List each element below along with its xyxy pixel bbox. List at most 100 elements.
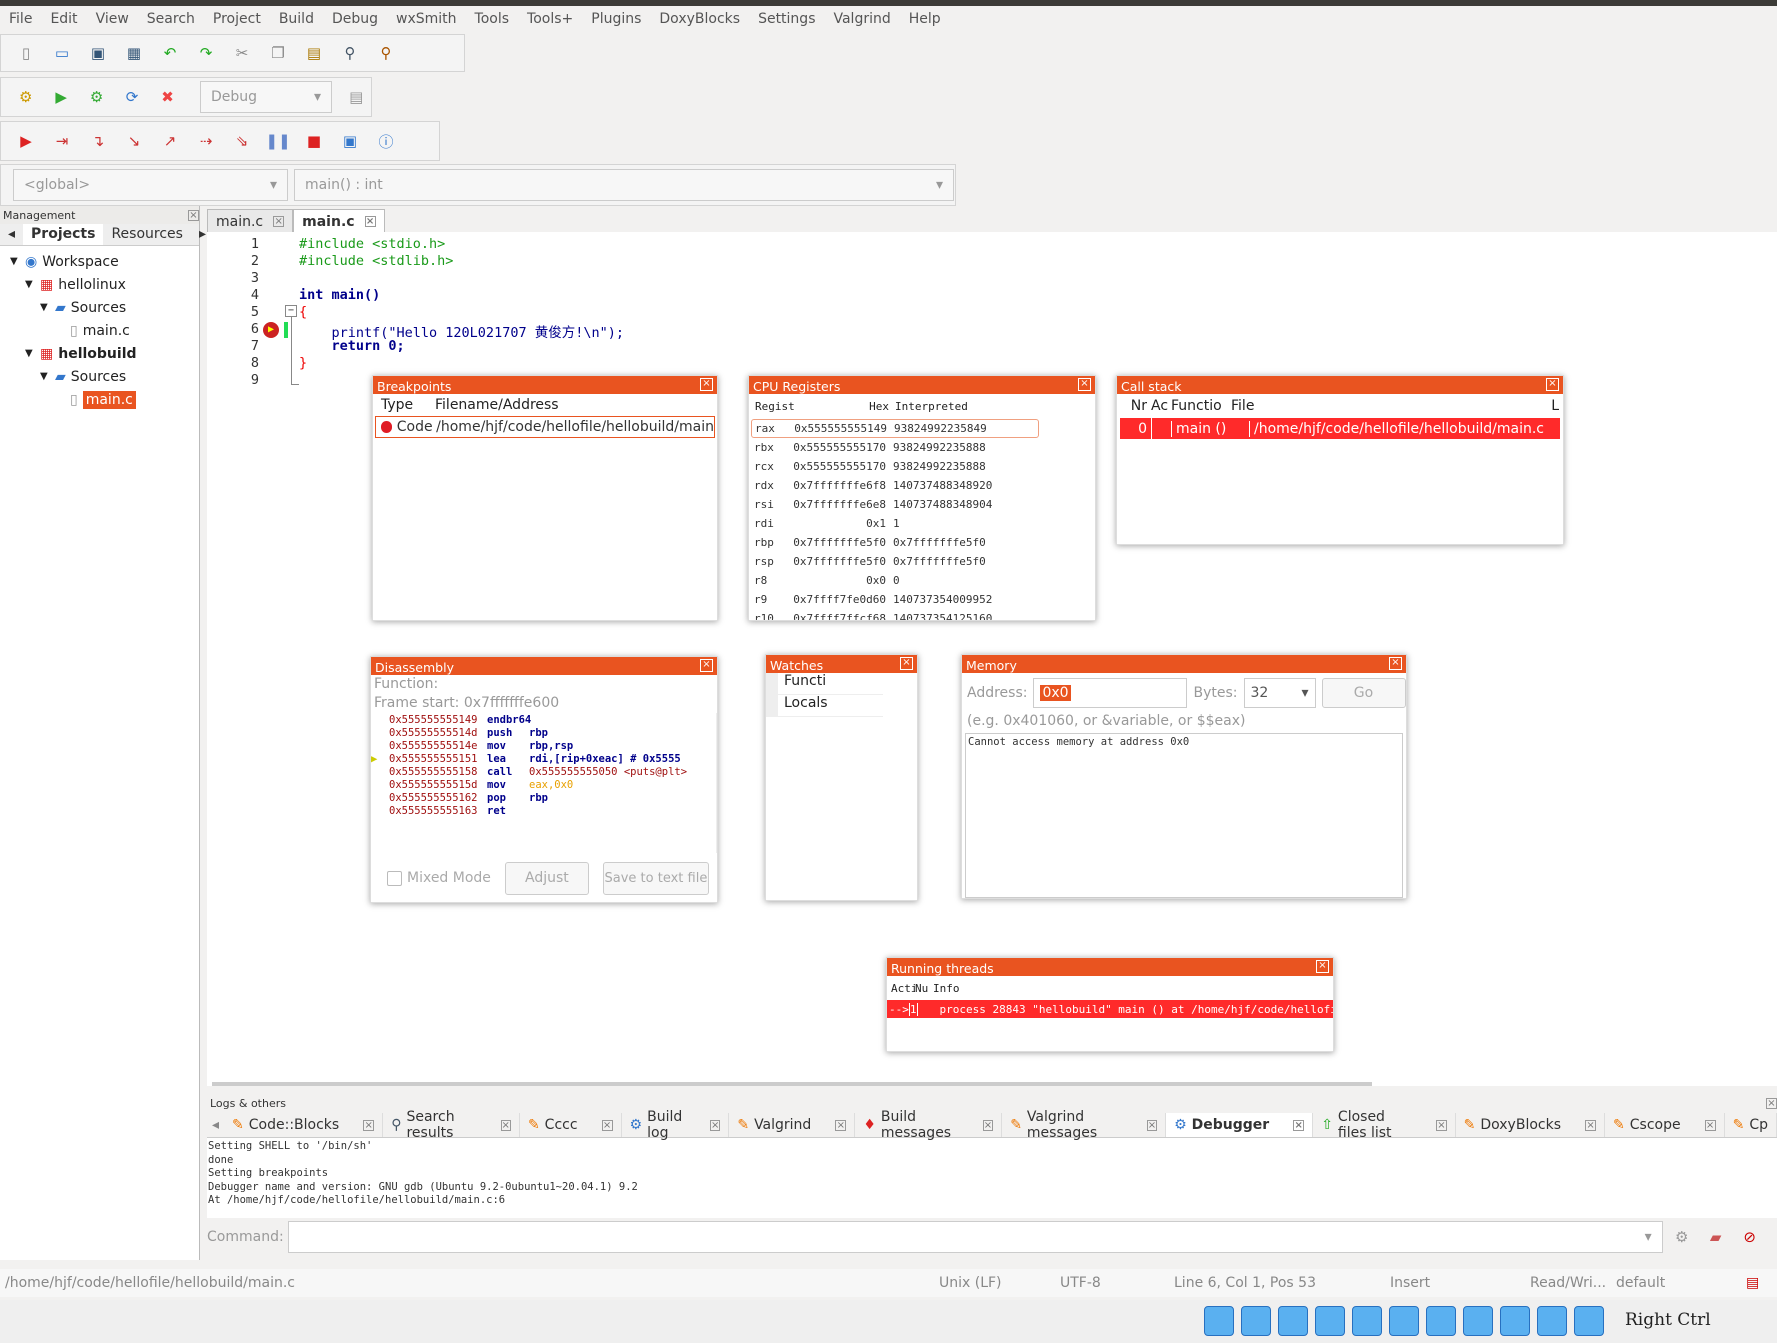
- step-into-instruction-icon[interactable]: ⇘: [227, 126, 257, 156]
- recording-icon[interactable]: [1500, 1306, 1530, 1336]
- register-row[interactable]: rcx 0x555555555170 93824992235888: [751, 457, 1093, 476]
- log-tab-closed-files-list[interactable]: ⇧ Closed files list ×: [1313, 1109, 1456, 1141]
- code-line[interactable]: {: [299, 304, 307, 320]
- expand-arrow-icon[interactable]: ▼: [40, 371, 50, 382]
- shared-folder-icon[interactable]: [1389, 1306, 1419, 1336]
- breakpoint-current-line-icon[interactable]: ▶: [263, 322, 279, 338]
- stop-debugger-icon[interactable]: ■: [299, 126, 329, 156]
- menu-tools[interactable]: Tools+: [518, 11, 582, 27]
- optical-drive-icon[interactable]: [1241, 1306, 1271, 1336]
- close-icon[interactable]: ×: [1316, 960, 1329, 973]
- scope-select[interactable]: <global> ▾: [13, 169, 288, 201]
- close-icon[interactable]: ×: [835, 1119, 847, 1131]
- undo-icon[interactable]: ↶: [155, 38, 185, 68]
- rebuild-icon[interactable]: ⟳: [117, 82, 146, 112]
- build-run-icon[interactable]: ⚙: [82, 82, 111, 112]
- expand-arrow-icon[interactable]: ▼: [40, 302, 50, 313]
- redo-icon[interactable]: ↷: [191, 38, 221, 68]
- target-options-icon[interactable]: ▤: [342, 82, 371, 112]
- save-all-icon[interactable]: ▦: [119, 38, 149, 68]
- remote-display-icon[interactable]: [1463, 1306, 1493, 1336]
- scroll-left-icon[interactable]: ◂: [207, 1117, 224, 1133]
- register-row[interactable]: r8 0x0 0: [751, 571, 1093, 590]
- log-tab-debugger[interactable]: ⚙ Debugger ×: [1166, 1113, 1314, 1137]
- tree-item[interactable]: ▼ ▰ Sources: [0, 365, 199, 388]
- disassembly-row[interactable]: 0x55555555514d push rbp: [379, 726, 716, 739]
- close-icon[interactable]: ×: [700, 378, 713, 391]
- log-tab-build-log[interactable]: ⚙ Build log ×: [622, 1109, 730, 1141]
- adjust-button[interactable]: Adjust: [504, 861, 589, 895]
- log-tab-search-results[interactable]: ⚲ Search results ×: [383, 1109, 520, 1141]
- close-icon[interactable]: ×: [709, 1119, 721, 1131]
- breakpoint-row[interactable]: Code/home/hjf/code/hellofile/hellobuild/…: [375, 416, 715, 438]
- log-tab-cccc[interactable]: ✎ Cccc ×: [520, 1113, 622, 1137]
- debug-run-icon[interactable]: ▶: [11, 126, 41, 156]
- new-file-icon[interactable]: ▯: [11, 38, 41, 68]
- display-icon[interactable]: [1426, 1306, 1456, 1336]
- close-icon[interactable]: ×: [364, 216, 376, 227]
- disassembly-row[interactable]: 0x555555555158 call 0x555555555050 <puts@p…: [379, 765, 716, 778]
- code-line[interactable]: #include <stdlib.h>: [299, 253, 453, 269]
- menu-edit[interactable]: Edit: [41, 11, 86, 27]
- register-row[interactable]: rbx 0x555555555170 93824992235888: [751, 438, 1093, 457]
- watch-item[interactable]: Locals: [778, 695, 883, 717]
- register-row[interactable]: rsi 0x7fffffffe6e8 140737488348904: [751, 495, 1093, 514]
- close-icon[interactable]: ×: [1766, 1097, 1777, 1109]
- register-row[interactable]: rsp 0x7fffffffe5f0 0x7fffffffe5f0: [751, 552, 1093, 571]
- register-row[interactable]: rax 0x555555555149 93824992235849: [751, 419, 1039, 438]
- mixed-mode-checkbox[interactable]: Mixed Mode: [387, 870, 491, 886]
- menu-settings[interactable]: Settings: [749, 11, 824, 27]
- editor-tab[interactable]: main.c ×: [207, 209, 294, 233]
- log-tab-valgrind[interactable]: ✎ Valgrind ×: [729, 1113, 856, 1137]
- debug-windows-icon[interactable]: ▣: [335, 126, 365, 156]
- code-line[interactable]: int main(): [299, 287, 380, 303]
- settings-icon[interactable]: ⚙: [1667, 1222, 1697, 1252]
- close-icon[interactable]: ×: [900, 657, 913, 670]
- code-line[interactable]: #include <stdio.h>: [299, 236, 445, 252]
- abort-icon[interactable]: ✖: [153, 82, 182, 112]
- menu-help[interactable]: Help: [900, 11, 950, 27]
- close-icon[interactable]: ×: [1546, 378, 1559, 391]
- close-icon[interactable]: ×: [1146, 1119, 1158, 1131]
- log-tab-cp[interactable]: ✎ Cp: [1725, 1113, 1777, 1137]
- disassembly-row[interactable]: 0x555555555163 ret: [379, 804, 716, 817]
- stop-icon[interactable]: ⊘: [1735, 1222, 1765, 1252]
- tab-projects[interactable]: Projects: [23, 224, 104, 245]
- close-icon[interactable]: ×: [1585, 1119, 1597, 1131]
- run-to-cursor-icon[interactable]: ⇥: [47, 126, 77, 156]
- call-stack-row[interactable]: 0 main ()/home/hjf/code/hellofile/hellobu…: [1120, 418, 1560, 439]
- tree-item[interactable]: ▼ ◉ Workspace: [0, 250, 199, 273]
- tree-item[interactable]: ▼ ▦ hellobuild: [0, 342, 199, 365]
- register-row[interactable]: rdx 0x7fffffffe6f8 140737488348920: [751, 476, 1093, 495]
- save-to-text-file-button[interactable]: Save to text file: [602, 861, 709, 895]
- watch-item[interactable]: Functi: [778, 673, 883, 695]
- next-instruction-icon[interactable]: ⇢: [191, 126, 221, 156]
- open-icon[interactable]: ▭: [47, 38, 77, 68]
- expand-arrow-icon[interactable]: ▼: [25, 279, 35, 290]
- close-icon[interactable]: ×: [700, 659, 713, 672]
- code-line[interactable]: }: [299, 355, 307, 371]
- open-folder-icon[interactable]: ▰: [1701, 1222, 1731, 1252]
- help-icon[interactable]: [1204, 1306, 1234, 1336]
- close-icon[interactable]: ×: [1389, 657, 1402, 670]
- close-icon[interactable]: ×: [982, 1119, 994, 1131]
- usb-icon[interactable]: [1352, 1306, 1382, 1336]
- close-icon[interactable]: ×: [1704, 1119, 1716, 1131]
- log-tab-doxyblocks[interactable]: ✎ DoxyBlocks ×: [1456, 1113, 1606, 1137]
- log-tab-code-blocks[interactable]: ✎ Code::Blocks ×: [224, 1113, 384, 1137]
- menu-search[interactable]: Search: [138, 11, 204, 27]
- tree-item[interactable]: ▼ ▰ Sources: [0, 296, 199, 319]
- close-icon[interactable]: ×: [1078, 378, 1091, 391]
- run-icon[interactable]: ▶: [46, 82, 75, 112]
- expand-arrow-icon[interactable]: ▼: [10, 256, 20, 267]
- menu-debug[interactable]: Debug: [323, 11, 387, 27]
- editor-horizontal-scrollbar[interactable]: [212, 1082, 1372, 1086]
- close-icon[interactable]: ×: [500, 1119, 511, 1131]
- code-line[interactable]: return 0;: [299, 338, 405, 354]
- step-out-icon[interactable]: ↗: [155, 126, 185, 156]
- menu-tools[interactable]: Tools: [466, 11, 519, 27]
- cpu-icon[interactable]: [1537, 1306, 1567, 1336]
- register-row[interactable]: r10 0x7ffff7ffcf68 140737354125160: [751, 609, 1093, 620]
- tab-resources[interactable]: Resources: [103, 224, 191, 245]
- bytes-select[interactable]: 32 ▾: [1243, 678, 1316, 708]
